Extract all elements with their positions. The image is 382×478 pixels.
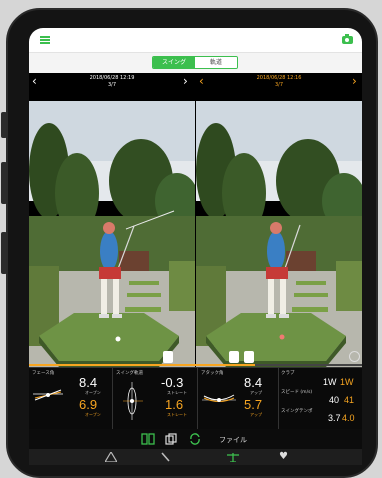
playback-controls	[29, 351, 362, 367]
overlay-view-icon[interactable]	[165, 433, 177, 445]
speed-value: 40	[329, 395, 340, 405]
face-angle-diagram-icon	[33, 389, 63, 401]
right-prev-arrow-icon[interactable]: ‹	[199, 75, 204, 87]
face-angle-value: 8.4	[79, 375, 98, 390]
attack-angle-cell: アタック角 8.4 アップ 5.7 アップ	[198, 368, 279, 430]
seek-fill	[29, 364, 256, 366]
right-next-arrow-icon[interactable]: ›	[352, 75, 357, 87]
app-screen: スイング 軌道 2018/06/28 12:19 3/7 ‹ › 2018/06…	[29, 28, 362, 465]
analysis-tab-icon[interactable]	[105, 452, 117, 462]
attack-angle-value: 8.4	[244, 375, 263, 390]
toolbar: ファイル	[29, 429, 362, 449]
tab-orbit[interactable]: 軌道	[195, 57, 237, 68]
left-marker-icon[interactable]	[163, 351, 173, 363]
club-tab-icon[interactable]	[161, 452, 171, 462]
swing-path-diagram-icon	[123, 382, 143, 420]
left-date: 2018/06/28 12:19	[89, 75, 135, 81]
left-next-arrow-icon[interactable]: ›	[183, 75, 188, 87]
speed-compare-value: 41	[344, 395, 355, 405]
menu-icon[interactable]	[40, 36, 50, 44]
right-swing-video[interactable]	[196, 101, 362, 388]
right-marker-a-icon[interactable]	[229, 351, 239, 363]
left-header: 2018/06/28 12:19 3/7	[29, 73, 195, 91]
attack-angle-diagram-icon	[202, 394, 236, 402]
view-toggle: スイング 軌道	[152, 56, 238, 69]
segment-bar: スイング 軌道	[29, 53, 362, 73]
seek-track[interactable]	[29, 364, 362, 366]
right-marker-b-icon[interactable]	[244, 351, 254, 363]
swing-path-value: -0.3	[161, 375, 184, 390]
metrics-panel: フェース角 8.4 オープン 6.9 オープン スイング軌道 -0.3 ストレー…	[29, 367, 362, 430]
sync-icon[interactable]	[189, 433, 201, 445]
tempo-compare-value: 4.0	[342, 413, 355, 423]
attack-angle-compare-value: 5.7	[244, 397, 263, 412]
right-header: 2018/06/28 12:16 3/7	[196, 73, 362, 91]
face-angle-cell: フェース角 8.4 オープン 6.9 オープン	[29, 368, 113, 430]
right-index: 3/7	[274, 82, 284, 88]
club-value: 1W	[323, 377, 337, 387]
left-prev-arrow-icon[interactable]: ‹	[32, 75, 37, 87]
club-compare-value: 1W	[340, 377, 354, 387]
favorite-tab-icon[interactable]: ♥	[279, 451, 288, 462]
tempo-value: 3.7	[328, 413, 341, 423]
right-date: 2018/06/28 12:16	[256, 75, 302, 81]
camera-icon[interactable]	[342, 34, 353, 44]
tab-bar: ♥	[29, 449, 362, 465]
left-swing-video[interactable]	[29, 101, 195, 388]
replay-icon[interactable]	[349, 351, 360, 362]
file-button[interactable]: ファイル	[219, 435, 247, 445]
top-bar	[29, 28, 362, 53]
swing-path-cell: スイング軌道 -0.3 ストレート 1.6 ストレート	[113, 368, 198, 430]
swing-path-compare-value: 1.6	[165, 397, 184, 412]
club-info-cell: クラブ 1W 1W スピード (m/s) 40 41 スイングテンポ 3.7 4…	[281, 371, 355, 423]
balance-tab-icon[interactable]	[227, 452, 239, 462]
face-angle-compare-value: 6.9	[79, 397, 98, 412]
left-index: 3/7	[107, 82, 117, 88]
split-view-icon[interactable]	[141, 433, 155, 445]
tab-swing[interactable]: スイング	[153, 57, 195, 68]
